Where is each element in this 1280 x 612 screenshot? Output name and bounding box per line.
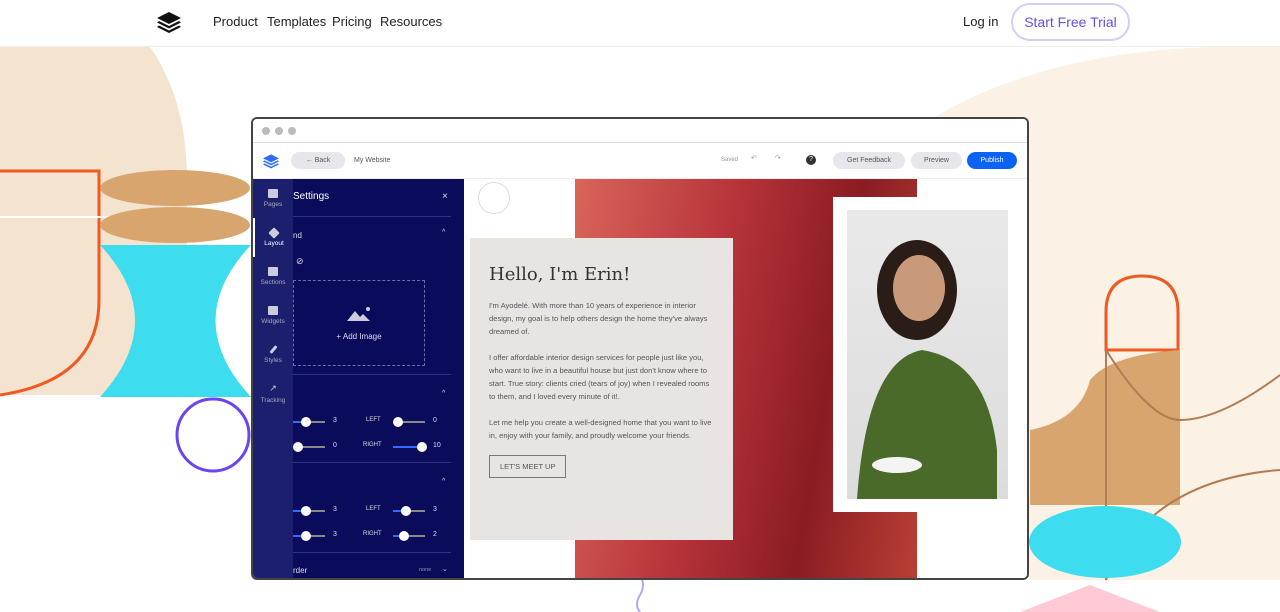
slider[interactable] xyxy=(293,506,325,516)
editor-window: ← Back My Website Saved ↶ ↷ ? Get Feedba… xyxy=(251,117,1029,580)
preview-button[interactable]: Preview xyxy=(911,152,962,169)
divider xyxy=(293,552,451,553)
rail-widgets[interactable]: Widgets xyxy=(253,296,293,335)
rail-label: Pages xyxy=(263,201,283,208)
undo-icon[interactable]: ↶ xyxy=(751,154,757,162)
slider[interactable] xyxy=(293,531,325,541)
rail-tracking[interactable]: ↗ Tracking xyxy=(253,374,293,413)
rail-styles[interactable]: Styles xyxy=(253,335,293,374)
window-dot xyxy=(275,126,283,135)
sections-icon xyxy=(268,267,278,276)
intro-paragraph: I offer affordable interior design servi… xyxy=(489,353,710,401)
close-icon[interactable]: × xyxy=(442,191,448,202)
divider xyxy=(293,216,451,217)
top-nav: Product Templates Pricing Resources Log … xyxy=(0,0,1280,47)
intro-paragraph: I'm Ayodelé. With more than 10 years of … xyxy=(489,301,708,336)
slider-left[interactable] xyxy=(393,417,425,427)
slider-label: RIGHT xyxy=(363,531,382,537)
add-image-dropzone[interactable]: + Add Image xyxy=(293,280,425,366)
slider-value: 3 xyxy=(433,506,437,513)
logo-icon[interactable] xyxy=(156,10,182,34)
portrait-photo xyxy=(847,210,1008,499)
rail-sections[interactable]: Sections xyxy=(253,257,293,296)
none-icon[interactable]: ⊘ xyxy=(296,256,304,267)
slider-value: 0 xyxy=(333,442,337,449)
nav-templates[interactable]: Templates xyxy=(267,14,326,29)
publish-button[interactable]: Publish xyxy=(967,152,1017,169)
site-heading: Hello, I'm Erin! xyxy=(489,264,631,285)
slider-value: 3 xyxy=(333,506,337,513)
window-dot xyxy=(288,126,296,135)
layers-icon xyxy=(268,226,280,239)
help-icon[interactable]: ? xyxy=(806,155,816,165)
window-dot xyxy=(262,126,270,135)
rail-label: Styles xyxy=(264,357,282,364)
section-label: nd xyxy=(293,231,302,240)
slider[interactable] xyxy=(293,417,325,427)
chevron-up-icon[interactable]: ^ xyxy=(442,478,445,485)
nav-pricing[interactable]: Pricing xyxy=(332,14,372,29)
get-feedback-button[interactable]: Get Feedback xyxy=(833,152,905,169)
rail-label: Sections xyxy=(260,279,286,286)
slider-label: RIGHT xyxy=(363,442,382,448)
slider-label: LEFT xyxy=(366,417,381,423)
divider xyxy=(293,462,451,463)
border-label: rder xyxy=(293,566,308,575)
editor-logo-icon xyxy=(263,154,279,169)
editor-toolbar: ← Back My Website Saved ↶ ↷ ? Get Feedba… xyxy=(253,143,1027,179)
pages-icon xyxy=(268,189,278,198)
rail-layout[interactable]: Layout xyxy=(253,218,293,257)
add-image-label: + Add Image xyxy=(336,331,382,341)
slider[interactable] xyxy=(293,442,325,452)
rail-label: Widgets xyxy=(261,318,285,325)
slider-right[interactable] xyxy=(393,442,427,452)
back-label: Back xyxy=(314,157,331,164)
panel-title: Settings xyxy=(293,191,330,202)
image-icon xyxy=(347,306,370,321)
intro-paragraph: Let me help you create a well-designed h… xyxy=(489,418,712,440)
lets-meet-up-button[interactable]: LET'S MEET UP xyxy=(489,455,567,478)
editor-sidebar-rail: Pages Layout Sections Widgets Styles ↗ Tr… xyxy=(253,179,293,578)
chevron-up-icon[interactable]: ^ xyxy=(442,390,445,397)
rail-pages[interactable]: Pages xyxy=(253,179,293,218)
site-logo-placeholder[interactable] xyxy=(478,182,510,214)
redo-icon[interactable]: ↷ xyxy=(775,154,781,162)
nav-resources[interactable]: Resources xyxy=(380,14,442,29)
start-free-trial-button[interactable]: Start Free Trial xyxy=(1011,3,1130,41)
slider-value: 3 xyxy=(333,531,337,538)
nav-product[interactable]: Product xyxy=(213,14,258,29)
widgets-icon xyxy=(268,306,278,315)
border-select[interactable]: none xyxy=(419,567,431,573)
rail-label: Layout xyxy=(264,239,284,247)
back-button[interactable]: ← Back xyxy=(291,152,345,169)
chevron-up-icon[interactable]: ^ xyxy=(442,229,445,236)
trend-icon: ↗ xyxy=(269,383,277,393)
login-link[interactable]: Log in xyxy=(963,14,998,29)
slider-value: 3 xyxy=(333,417,337,424)
window-titlebar xyxy=(253,119,1027,143)
brush-icon xyxy=(268,345,278,354)
divider xyxy=(293,374,451,375)
rail-label: Tracking xyxy=(260,397,286,404)
site-canvas: Hello, I'm Erin! I'm Ayodelé. With more … xyxy=(464,179,1027,578)
settings-panel: Settings × nd ^ ⊘ + Add Image ^ 3 LEFT 0… xyxy=(293,179,464,578)
slider-value: 10 xyxy=(433,442,441,449)
portrait-card xyxy=(833,197,1027,512)
slider-value: 0 xyxy=(433,417,437,424)
slider-label: LEFT xyxy=(366,506,381,512)
slider-right[interactable] xyxy=(393,531,425,541)
slider-left[interactable] xyxy=(393,506,425,516)
intro-card: Hello, I'm Erin! I'm Ayodelé. With more … xyxy=(470,238,733,540)
slider-value: 2 xyxy=(433,531,437,538)
site-name: My Website xyxy=(354,157,391,164)
arrow-left-icon: ← xyxy=(305,157,315,164)
chevron-down-icon[interactable]: ⌄ xyxy=(442,565,448,573)
saved-status: Saved xyxy=(721,157,739,163)
